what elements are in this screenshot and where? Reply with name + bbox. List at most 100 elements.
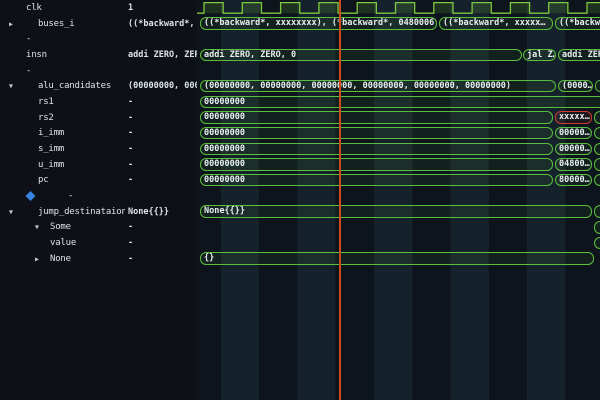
signal-value-cell: 1 [125,0,197,16]
signal-name-label: i_imm [38,128,64,138]
signal-value-label: None{{}} [128,207,169,217]
bus-segment[interactable] [594,174,600,186]
bus-segment[interactable] [594,221,600,233]
signal-wave[interactable]: addi ZERO, ZERO, 0jal Z…addi ZER [197,47,600,63]
bus-segment[interactable]: 00000000 [200,96,600,108]
signal-row-s-imm[interactable]: s_imm-0000000000000… [0,141,600,157]
signal-row-pc[interactable]: pc-0000000080000… [0,172,600,188]
signal-wave[interactable]: 00000000xxxxx… [197,110,600,126]
bus-segment[interactable]: 00000… [555,127,592,139]
bus-segment[interactable] [594,143,600,155]
signal-row-value[interactable]: value- [0,235,600,251]
signal-wave[interactable] [197,0,600,16]
signal-row-divider[interactable]: - [0,188,600,204]
bus-segment[interactable]: 00000000 [200,174,553,186]
signal-wave[interactable] [197,220,600,236]
signal-wave[interactable]: {} [197,251,600,267]
signal-wave[interactable]: ((*backward*, xxxxxxxx), (*backward*, 04… [197,16,600,32]
signal-wave[interactable]: 0000000080000… [197,172,600,188]
bus-segment[interactable]: (0000… [558,80,593,92]
signal-row-rs1[interactable]: rs1-00000000 [0,94,600,110]
signal-row-rs2[interactable]: rs2-00000000xxxxx… [0,110,600,126]
bus-segment[interactable]: 00000000 [200,158,553,170]
signal-row-alu-candidates[interactable]: ▼ alu_candidates (00000000, 000(00000000, … [0,78,600,94]
signal-row-buses-i[interactable]: ▶buses_i((*backward*,((*backward*, xxxxx… [0,16,600,32]
signal-rows: clk1▶buses_i((*backward*,((*backward*, x… [0,0,600,400]
signal-name-label: - [26,66,31,76]
signal-row-u-imm[interactable]: u_imm- 0000000004800… [0,157,600,173]
bus-segment[interactable] [595,80,600,92]
bus-segment[interactable]: 80000… [555,174,592,186]
bus-segment[interactable] [594,158,600,170]
signal-name-label: Some [50,222,71,232]
signal-wave[interactable] [197,188,600,204]
signal-value-cell: addi ZERO, ZER [125,47,197,63]
bus-segment[interactable]: None{{}} [200,205,592,217]
signal-wave[interactable]: None{{}} [197,204,600,220]
clock-waveform [197,0,600,16]
signal-value-cell: - [125,125,197,141]
signal-row-divider[interactable]: - [0,63,600,79]
signal-value-cell [125,63,197,79]
bus-segment[interactable] [594,205,600,217]
signal-value-cell: None{{}} [125,204,197,220]
signal-value-label: - [128,160,133,170]
waveform-viewer: clk1▶buses_i((*backward*,((*backward*, x… [0,0,600,400]
signal-value-label: (00000000, 000 [128,81,197,91]
signal-wave[interactable] [197,63,600,79]
chevron-down-icon[interactable]: ▼ [9,83,13,90]
signal-name-label: alu_candidates [38,81,111,91]
signal-name-cell: i_imm [0,125,125,141]
signal-value-cell: (00000000, 000 [125,78,197,94]
chevron-down-icon[interactable]: ▼ [35,224,39,231]
chevron-right-icon[interactable]: ▶ [35,255,39,262]
signal-row-insn[interactable]: insn addi ZERO, ZERaddi ZERO, ZERO, 0jal … [0,47,600,63]
bus-segment[interactable]: 00000000 [200,143,553,155]
bus-segment[interactable]: 00000000 [200,111,553,123]
chevron-right-icon[interactable]: ▶ [9,20,13,27]
signal-row-jump-destinataion[interactable]: ▼jump_destinataionNone{{}}None{{}} [0,204,600,220]
signal-name-label: - [68,191,73,201]
signal-wave[interactable]: 00000000 [197,94,600,110]
bus-segment[interactable]: ((*backward*, xxxxx… [439,17,553,29]
signal-wave[interactable]: 0000000000000… [197,125,600,141]
signal-row-divider[interactable]: - [0,31,600,47]
signal-name-label: None [50,254,71,264]
bus-segment-unknown[interactable]: xxxxx… [555,111,592,123]
signal-name-label: jump_destinataion [38,207,125,217]
chevron-down-icon[interactable]: ▼ [9,208,13,215]
bus-segment[interactable]: addi ZERO, ZERO, 0 [200,49,522,61]
signal-row-clk[interactable]: clk1 [0,0,600,16]
signal-row-none[interactable]: ▶ None - {} [0,251,600,267]
signal-value-cell: ((*backward*, [125,16,197,32]
timeline-cursor[interactable] [339,0,341,400]
bus-segment[interactable]: addi ZER [558,49,600,61]
bus-segment[interactable]: (00000000, 00000000, 00000000, 00000000,… [200,80,556,92]
bus-segment[interactable] [594,127,600,139]
bus-segment[interactable]: ((*backw [555,17,600,29]
signal-value-label: - [128,254,133,264]
signal-wave[interactable] [197,31,600,47]
signal-wave[interactable] [197,235,600,251]
bus-segment[interactable]: {} [200,252,594,264]
bus-segment[interactable]: 04800… [555,158,592,170]
signal-value-cell: - [125,110,197,126]
signal-name-label: insn [26,50,47,60]
bus-segment[interactable]: 00000… [555,143,592,155]
signal-value-cell: - [125,251,197,267]
signal-name-cell: ▶buses_i [0,16,125,32]
signal-value-label: - [128,144,133,154]
bus-segment[interactable]: jal Z… [523,49,556,61]
bus-segment[interactable]: 00000000 [200,127,553,139]
bus-segment[interactable] [594,111,600,123]
signal-name-cell: u_imm [0,157,125,173]
signal-value-label: - [128,238,133,248]
bus-segment[interactable] [594,237,600,249]
signal-row-some[interactable]: ▼Some- [0,220,600,236]
signal-wave[interactable]: 0000000004800… [197,157,600,173]
signal-row-i-imm[interactable]: i_imm -0000000000000… [0,125,600,141]
signal-value-cell [125,188,197,204]
bus-segment[interactable]: ((*backward*, xxxxxxxx), (*backward*, 04… [200,17,437,29]
signal-wave[interactable]: 0000000000000… [197,141,600,157]
signal-wave[interactable]: (00000000, 00000000, 00000000, 00000000,… [197,78,600,94]
